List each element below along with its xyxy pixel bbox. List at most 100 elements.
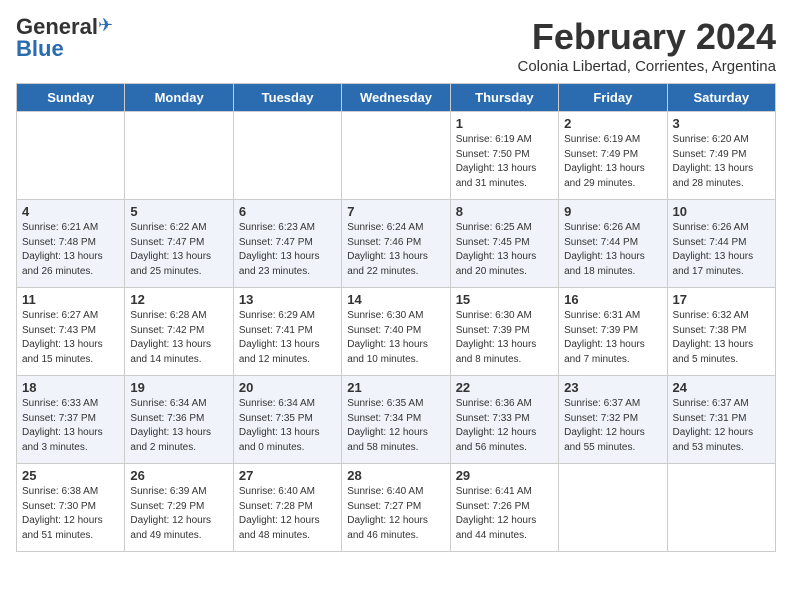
calendar-cell: 27 Sunrise: 6:40 AM Sunset: 7:28 PM Dayli… [233,464,341,552]
calendar-cell: 29 Sunrise: 6:41 AM Sunset: 7:26 PM Dayli… [450,464,558,552]
day-info: Sunrise: 6:26 AM Sunset: 7:44 PM Dayligh… [564,221,661,279]
calendar-cell: 28 Sunrise: 6:40 AM Sunset: 7:27 PM Dayli… [342,464,450,552]
day-number: 26 [130,468,227,483]
day-number: 4 [22,204,119,219]
column-header-sunday: Sunday [17,84,125,112]
calendar-cell: 9 Sunrise: 6:26 AM Sunset: 7:44 PM Daylig… [559,200,667,288]
day-number: 17 [673,292,770,307]
calendar-cell [559,464,667,552]
column-header-thursday: Thursday [450,84,558,112]
calendar-cell: 2 Sunrise: 6:19 AM Sunset: 7:49 PM Daylig… [559,112,667,200]
calendar-cell: 16 Sunrise: 6:31 AM Sunset: 7:39 PM Dayli… [559,288,667,376]
day-number: 9 [564,204,661,219]
day-number: 7 [347,204,444,219]
logo: General ✈ Blue [16,16,113,60]
calendar-cell: 11Sunrise: 6:27 AM Sunset: 7:43 PM Dayli… [17,288,125,376]
day-number: 20 [239,380,336,395]
calendar-cell [233,112,341,200]
calendar-cell: 26 Sunrise: 6:39 AM Sunset: 7:29 PM Dayli… [125,464,233,552]
day-number: 21 [347,380,444,395]
day-number: 16 [564,292,661,307]
calendar-cell [342,112,450,200]
day-info: Sunrise: 6:28 AM Sunset: 7:42 PM Dayligh… [130,309,227,367]
day-info: Sunrise: 6:30 AM Sunset: 7:40 PM Dayligh… [347,309,444,367]
calendar-cell: 12Sunrise: 6:28 AM Sunset: 7:42 PM Dayli… [125,288,233,376]
day-number: 8 [456,204,553,219]
calendar-cell: 13 Sunrise: 6:29 AM Sunset: 7:41 PM Dayli… [233,288,341,376]
day-number: 13 [239,292,336,307]
day-info: Sunrise: 6:41 AM Sunset: 7:26 PM Dayligh… [456,485,553,543]
day-number: 10 [673,204,770,219]
day-info: Sunrise: 6:32 AM Sunset: 7:38 PM Dayligh… [673,309,770,367]
column-header-monday: Monday [125,84,233,112]
calendar-cell: 6Sunrise: 6:23 AM Sunset: 7:47 PM Daylig… [233,200,341,288]
day-number: 28 [347,468,444,483]
calendar-cell: 22Sunrise: 6:36 AM Sunset: 7:33 PM Dayli… [450,376,558,464]
calendar-cell [667,464,775,552]
calendar-week-row: 1 Sunrise: 6:19 AM Sunset: 7:50 PM Daylig… [17,112,776,200]
calendar-cell [125,112,233,200]
day-number: 25 [22,468,119,483]
logo-bird-icon: ✈ [98,16,113,34]
calendar-week-row: 18Sunrise: 6:33 AM Sunset: 7:37 PM Dayli… [17,376,776,464]
calendar-cell: 19 Sunrise: 6:34 AM Sunset: 7:36 PM Dayli… [125,376,233,464]
day-info: Sunrise: 6:31 AM Sunset: 7:39 PM Dayligh… [564,309,661,367]
calendar-cell: 4 Sunrise: 6:21 AM Sunset: 7:48 PM Daylig… [17,200,125,288]
day-number: 29 [456,468,553,483]
day-info: Sunrise: 6:39 AM Sunset: 7:29 PM Dayligh… [130,485,227,543]
day-info: Sunrise: 6:37 AM Sunset: 7:32 PM Dayligh… [564,397,661,455]
calendar-week-row: 25Sunrise: 6:38 AM Sunset: 7:30 PM Dayli… [17,464,776,552]
day-info: Sunrise: 6:40 AM Sunset: 7:27 PM Dayligh… [347,485,444,543]
day-info: Sunrise: 6:34 AM Sunset: 7:36 PM Dayligh… [130,397,227,455]
day-info: Sunrise: 6:21 AM Sunset: 7:48 PM Dayligh… [22,221,119,279]
calendar-cell: 15 Sunrise: 6:30 AM Sunset: 7:39 PM Dayli… [450,288,558,376]
calendar-week-row: 4 Sunrise: 6:21 AM Sunset: 7:48 PM Daylig… [17,200,776,288]
day-number: 1 [456,116,553,131]
calendar-cell: 14 Sunrise: 6:30 AM Sunset: 7:40 PM Dayli… [342,288,450,376]
day-info: Sunrise: 6:29 AM Sunset: 7:41 PM Dayligh… [239,309,336,367]
day-info: Sunrise: 6:22 AM Sunset: 7:47 PM Dayligh… [130,221,227,279]
day-info: Sunrise: 6:34 AM Sunset: 7:35 PM Dayligh… [239,397,336,455]
calendar-cell: 18Sunrise: 6:33 AM Sunset: 7:37 PM Dayli… [17,376,125,464]
title-area: February 2024 Colonia Libertad, Corrient… [518,16,777,75]
day-number: 19 [130,380,227,395]
day-number: 5 [130,204,227,219]
day-info: Sunrise: 6:40 AM Sunset: 7:28 PM Dayligh… [239,485,336,543]
day-number: 11 [22,292,119,307]
day-info: Sunrise: 6:23 AM Sunset: 7:47 PM Dayligh… [239,221,336,279]
column-header-friday: Friday [559,84,667,112]
column-header-tuesday: Tuesday [233,84,341,112]
day-number: 2 [564,116,661,131]
day-number: 22 [456,380,553,395]
calendar-cell: 25Sunrise: 6:38 AM Sunset: 7:30 PM Dayli… [17,464,125,552]
calendar-cell: 21 Sunrise: 6:35 AM Sunset: 7:34 PM Dayli… [342,376,450,464]
calendar-cell: 24 Sunrise: 6:37 AM Sunset: 7:31 PM Dayli… [667,376,775,464]
calendar-cell: 1 Sunrise: 6:19 AM Sunset: 7:50 PM Daylig… [450,112,558,200]
subtitle: Colonia Libertad, Corrientes, Argentina [518,58,777,75]
day-info: Sunrise: 6:20 AM Sunset: 7:49 PM Dayligh… [673,133,770,191]
day-info: Sunrise: 6:37 AM Sunset: 7:31 PM Dayligh… [673,397,770,455]
calendar-cell [17,112,125,200]
calendar-cell: 20 Sunrise: 6:34 AM Sunset: 7:35 PM Dayli… [233,376,341,464]
day-info: Sunrise: 6:25 AM Sunset: 7:45 PM Dayligh… [456,221,553,279]
column-header-wednesday: Wednesday [342,84,450,112]
logo-blue-text: Blue [16,38,64,60]
calendar-cell: 3 Sunrise: 6:20 AM Sunset: 7:49 PM Daylig… [667,112,775,200]
day-info: Sunrise: 6:26 AM Sunset: 7:44 PM Dayligh… [673,221,770,279]
day-info: Sunrise: 6:19 AM Sunset: 7:49 PM Dayligh… [564,133,661,191]
day-info: Sunrise: 6:19 AM Sunset: 7:50 PM Dayligh… [456,133,553,191]
day-number: 27 [239,468,336,483]
day-number: 23 [564,380,661,395]
calendar-cell: 23 Sunrise: 6:37 AM Sunset: 7:32 PM Dayli… [559,376,667,464]
day-number: 14 [347,292,444,307]
day-info: Sunrise: 6:30 AM Sunset: 7:39 PM Dayligh… [456,309,553,367]
calendar-table: SundayMondayTuesdayWednesdayThursdayFrid… [16,83,776,552]
day-info: Sunrise: 6:35 AM Sunset: 7:34 PM Dayligh… [347,397,444,455]
day-number: 24 [673,380,770,395]
calendar-cell: 8 Sunrise: 6:25 AM Sunset: 7:45 PM Daylig… [450,200,558,288]
main-title: February 2024 [518,16,777,58]
calendar-cell: 17 Sunrise: 6:32 AM Sunset: 7:38 PM Dayli… [667,288,775,376]
day-number: 3 [673,116,770,131]
day-info: Sunrise: 6:24 AM Sunset: 7:46 PM Dayligh… [347,221,444,279]
day-number: 15 [456,292,553,307]
